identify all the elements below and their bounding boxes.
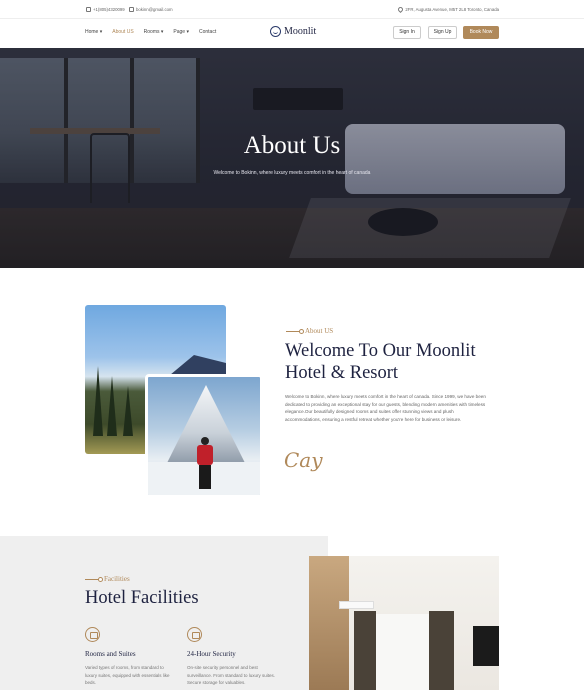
about-eyebrow-label: About US	[305, 327, 334, 335]
wood-panel	[309, 556, 349, 690]
site-logo[interactable]: Moonlit	[270, 26, 316, 37]
television	[473, 626, 499, 666]
hiker-head	[201, 437, 209, 445]
about-description: Welcome to Bokinn, where luxury meets co…	[285, 394, 486, 422]
phone-icon	[86, 7, 91, 12]
top-info-bar: +1(805)4320099 bokinn@gmail.com 2FR, Aug…	[0, 0, 584, 19]
curtain-left	[354, 611, 376, 690]
signature: Cay	[284, 448, 323, 472]
address-text: 2FR, Augusta Avenue, M5T 2L8 Toronto, Ca…	[405, 7, 499, 12]
tree-shape	[107, 376, 117, 436]
facility-title: 24-Hour Security	[187, 650, 236, 658]
nav-item-about[interactable]: About US	[112, 29, 133, 35]
tree-shape	[123, 386, 133, 436]
hero-subtitle: Welcome to Bokinn, where luxury meets co…	[213, 170, 371, 176]
eyebrow-line-icon	[286, 329, 304, 334]
hiker-legs	[199, 465, 211, 489]
facilities-title: Hotel Facilities	[85, 588, 199, 608]
facility-text: Varied types of rooms, from standard to …	[85, 665, 170, 685]
moon-logo-icon	[270, 26, 281, 37]
curtain-right	[429, 611, 454, 690]
about-eyebrow: About US	[286, 327, 333, 335]
nav-menu: Home ▾ About US Rooms ▾ Page ▾ Contact	[85, 29, 216, 35]
email-contact[interactable]: bokinn@gmail.com	[129, 7, 173, 12]
hero-banner: About Us Welcome to Bokinn, where luxury…	[0, 48, 584, 268]
facility-title: Rooms and Suites	[85, 650, 136, 658]
facility-rooms: Rooms and Suites Varied types of rooms, …	[85, 627, 175, 687]
bed-icon	[85, 627, 100, 642]
nav-item-page[interactable]: Page ▾	[173, 29, 189, 35]
logo-text: Moonlit	[284, 26, 317, 37]
air-conditioner	[339, 601, 374, 609]
mail-icon	[129, 7, 134, 12]
facility-security: 24-Hour Security On-site security person…	[187, 627, 277, 687]
address-contact: 2FR, Augusta Avenue, M5T 2L8 Toronto, Ca…	[397, 5, 499, 14]
facilities-eyebrow-label: Facilities	[104, 575, 130, 583]
about-title: Welcome To Our Moonlit Hotel & Resort	[285, 340, 515, 384]
sign-up-button[interactable]: Sign Up	[428, 26, 457, 39]
about-title-line1: Welcome To Our Moonlit	[285, 341, 476, 361]
main-navigation: Home ▾ About US Rooms ▾ Page ▾ Contact M…	[0, 19, 584, 48]
tree-shape	[93, 366, 103, 436]
nav-item-home[interactable]: Home ▾	[85, 29, 102, 35]
facility-text: On-site security personnel and best surv…	[187, 665, 276, 685]
about-title-line2: Hotel & Resort	[285, 363, 399, 383]
phone-contact[interactable]: +1(805)4320099	[86, 7, 125, 12]
email-address: bokinn@gmail.com	[136, 7, 173, 12]
hotel-room-image	[309, 556, 499, 690]
nav-item-rooms[interactable]: Rooms ▾	[144, 29, 164, 35]
eyebrow-line-icon	[85, 577, 103, 582]
about-mountain-image	[145, 374, 263, 498]
book-now-button[interactable]: Book Now	[463, 26, 499, 39]
location-icon	[397, 5, 405, 14]
security-icon	[187, 627, 202, 642]
sign-in-button[interactable]: Sign In	[393, 26, 421, 39]
phone-number: +1(805)4320099	[93, 7, 125, 12]
hero-title: About Us	[243, 132, 341, 159]
hiker-figure	[195, 437, 215, 492]
nav-item-contact[interactable]: Contact	[199, 29, 216, 35]
hiker-jacket	[197, 445, 213, 465]
room-window	[376, 614, 429, 690]
facilities-eyebrow: Facilities	[85, 575, 130, 583]
